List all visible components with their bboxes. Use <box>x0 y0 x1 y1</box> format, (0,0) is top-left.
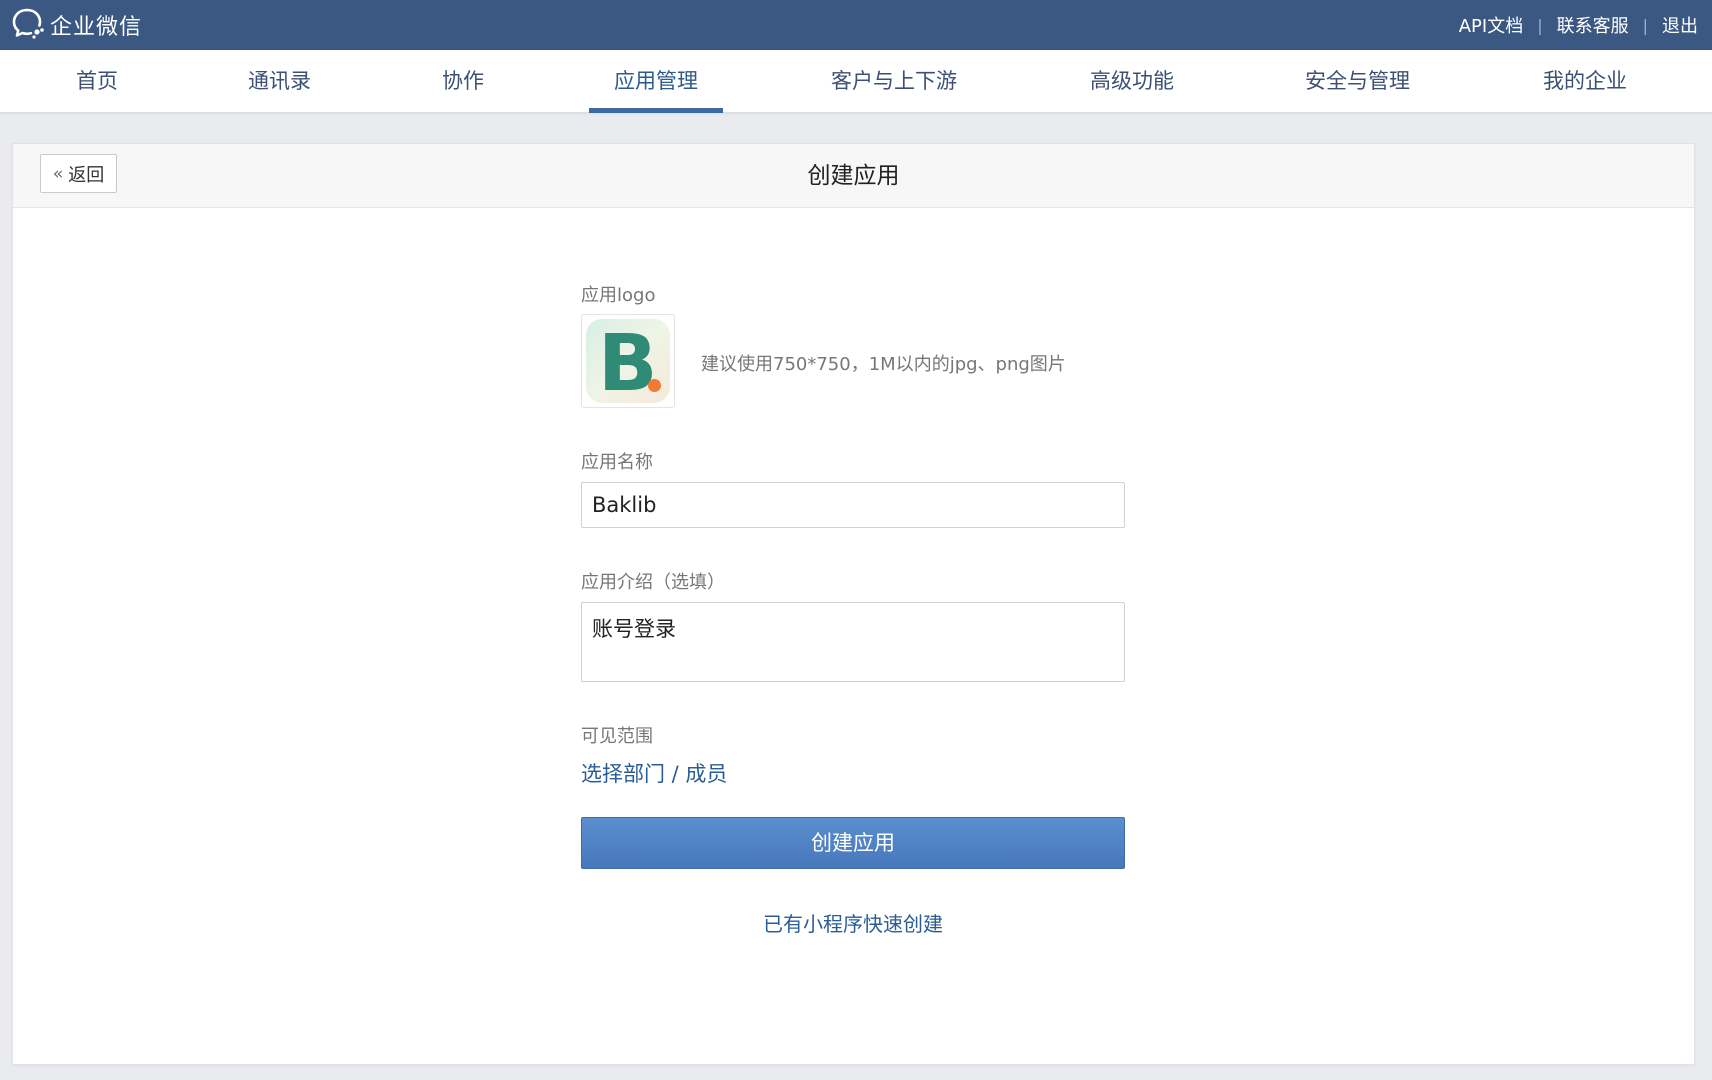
api-docs-link[interactable]: API文档 <box>1459 12 1523 38</box>
tab-home[interactable]: 首页 <box>76 50 118 113</box>
logo-dot <box>648 379 661 392</box>
visibility-label: 可见范围 <box>581 726 653 747</box>
link-separator: | <box>1642 15 1648 35</box>
link-separator: | <box>1537 15 1543 35</box>
app-intro-input[interactable]: 账号登录 <box>581 602 1125 682</box>
card-header: ‹‹ 返回 创建应用 <box>13 144 1694 208</box>
logout-link[interactable]: 退出 <box>1662 12 1698 38</box>
logo-letter: B <box>598 319 658 403</box>
logo-hint: 建议使用750*750，1M以内的jpg、png图片 <box>701 354 1066 375</box>
support-link[interactable]: 联系客服 <box>1557 12 1629 38</box>
logo-label: 应用logo <box>581 285 656 306</box>
tab-my-enterprise[interactable]: 我的企业 <box>1543 50 1627 113</box>
app-name-input[interactable] <box>581 482 1125 528</box>
page-title: 创建应用 <box>807 163 900 189</box>
tab-advanced[interactable]: 高级功能 <box>1090 50 1174 113</box>
logo-upload[interactable]: B <box>581 314 675 408</box>
create-app-button[interactable]: 创建应用 <box>581 817 1125 869</box>
tab-app-management[interactable]: 应用管理 <box>589 50 723 113</box>
tab-customers[interactable]: 客户与上下游 <box>831 50 957 113</box>
app-logo-image: B <box>586 319 670 403</box>
tab-collaboration[interactable]: 协作 <box>442 50 484 113</box>
brand[interactable]: 企业微信 <box>12 6 142 44</box>
quick-create-miniprogram-link[interactable]: 已有小程序快速创建 <box>581 908 1125 937</box>
select-members-link[interactable]: 选择部门 / 成员 <box>581 758 727 788</box>
app-intro-label: 应用介绍（选填） <box>581 572 725 593</box>
brand-name: 企业微信 <box>50 15 143 40</box>
app-name-label: 应用名称 <box>581 452 653 473</box>
top-bar: 企业微信 API文档 | 联系客服 | 退出 <box>0 0 1712 50</box>
create-app-card: ‹‹ 返回 创建应用 应用logo B 建议使用750*750，1M以内的jpg… <box>12 143 1695 1065</box>
main-nav: 首页 通讯录 协作 应用管理 客户与上下游 高级功能 安全与管理 我的企业 <box>0 50 1712 113</box>
top-links: API文档 | 联系客服 | 退出 <box>1459 12 1698 38</box>
tab-security[interactable]: 安全与管理 <box>1305 50 1410 113</box>
tab-contacts[interactable]: 通讯录 <box>248 50 311 113</box>
wecom-logo-icon <box>12 6 46 44</box>
